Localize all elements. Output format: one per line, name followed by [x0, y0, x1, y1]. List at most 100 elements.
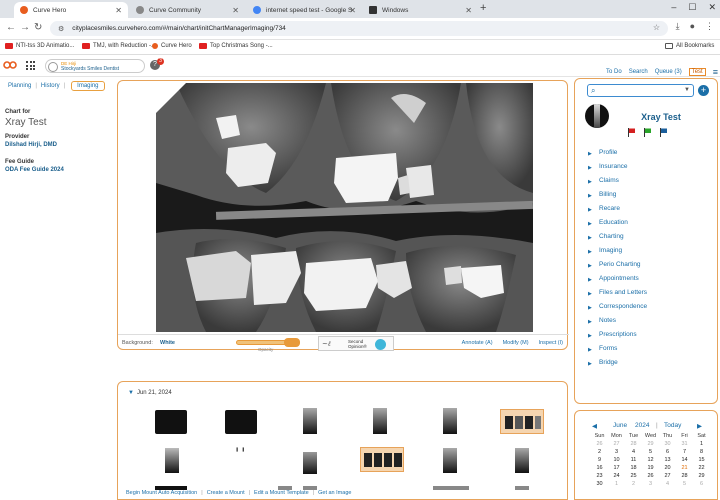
modify-link[interactable]: Modify (M): [503, 340, 529, 346]
menu-item-recare[interactable]: ▶ Recare: [588, 205, 647, 219]
calendar-day[interactable]: 8: [693, 448, 710, 456]
calendar-day[interactable]: 11: [625, 456, 642, 464]
all-bookmarks[interactable]: All Bookmarks: [665, 43, 714, 49]
calendar-day[interactable]: 26: [591, 440, 608, 448]
tab-curve-community[interactable]: Curve Community ✕: [130, 2, 245, 18]
minimize-icon[interactable]: –: [671, 2, 676, 13]
calendar-day[interactable]: 4: [659, 480, 676, 488]
close-tab-icon[interactable]: ✕: [349, 6, 356, 15]
background-select[interactable]: White: [160, 340, 175, 346]
tab-windows[interactable]: Windows ✕: [363, 2, 478, 18]
calendar-day[interactable]: 25: [625, 472, 642, 480]
fee-guide-value[interactable]: ODA Fee Guide 2024: [5, 167, 64, 173]
calendar-day[interactable]: 14: [676, 456, 693, 464]
menu-item-files-letters[interactable]: ▶ Files and Letters: [588, 289, 647, 303]
image-thumbnail[interactable]: [155, 410, 187, 434]
prev-month-icon[interactable]: ◀: [592, 422, 597, 430]
bookmark-item[interactable]: Top Christmas Song -...: [199, 43, 273, 49]
nav-todo[interactable]: To Do: [606, 69, 622, 75]
bookmark-item[interactable]: TMJ, with Reduction -...: [82, 43, 156, 49]
mount-thumbnail[interactable]: [360, 447, 404, 472]
menu-item-imaging[interactable]: ▶ Imaging: [588, 247, 647, 261]
image-thumbnail[interactable]: [303, 452, 317, 474]
calendar-day[interactable]: 4: [625, 448, 642, 456]
menu-item-bridge[interactable]: ▶ Bridge: [588, 359, 647, 373]
calendar-day[interactable]: 16: [591, 464, 608, 472]
date-group-header[interactable]: ▼ Jun 21, 2024: [128, 390, 172, 396]
menu-item-claims[interactable]: ▶ Claims: [588, 177, 647, 191]
calendar-day[interactable]: 28: [676, 472, 693, 480]
bookmark-item[interactable]: NTI-tss 3D Animatio...: [5, 43, 74, 49]
calendar-day[interactable]: 27: [659, 472, 676, 480]
menu-item-profile[interactable]: ▶ Profile: [588, 149, 647, 163]
calendar-day[interactable]: 5: [676, 480, 693, 488]
calendar-day[interactable]: 3: [608, 448, 625, 456]
nav-test[interactable]: Test: [688, 68, 706, 76]
calendar-day[interactable]: 12: [642, 456, 659, 464]
apps-grid-icon[interactable]: [26, 61, 35, 70]
new-tab-icon[interactable]: +: [480, 2, 486, 14]
add-patient-button[interactable]: +: [698, 85, 709, 96]
calendar-day[interactable]: 7: [676, 448, 693, 456]
next-month-icon[interactable]: ▶: [697, 422, 702, 430]
edit-template-link[interactable]: Edit a Mount Template: [254, 490, 309, 496]
back-icon[interactable]: ←: [6, 22, 16, 33]
menu-item-charting[interactable]: ▶ Charting: [588, 233, 647, 247]
patient-avatar[interactable]: [585, 104, 609, 128]
menu-item-perio-charting[interactable]: ▶ Perio Charting: [588, 261, 647, 275]
bookmark-star-icon[interactable]: ☆: [653, 23, 660, 32]
profile-icon[interactable]: ●: [690, 21, 695, 32]
image-thumbnail[interactable]: [515, 486, 529, 490]
close-tab-icon[interactable]: ✕: [232, 6, 239, 15]
chevron-down-icon[interactable]: ▼: [684, 87, 690, 93]
opacity-slider-thumb[interactable]: [284, 338, 300, 347]
tab-curve-hero[interactable]: Curve Hero ✕: [14, 2, 128, 18]
tab-history[interactable]: History: [41, 83, 60, 91]
tab-speed-test[interactable]: internet speed test - Google S ✕: [247, 2, 362, 18]
calendar-day-today[interactable]: 21: [676, 464, 693, 472]
bookmark-item[interactable]: Curve Hero: [152, 43, 192, 49]
site-info-icon[interactable]: ⚙: [58, 25, 64, 33]
calendar-day[interactable]: 1: [693, 440, 710, 448]
calendar-year[interactable]: 2024: [635, 422, 649, 429]
maximize-icon[interactable]: ☐: [688, 2, 696, 13]
image-thumbnail[interactable]: ╹ ╹: [235, 448, 249, 456]
blue-flag-icon[interactable]: [659, 128, 668, 137]
image-thumbnail[interactable]: [165, 448, 179, 473]
calendar-day[interactable]: 29: [642, 440, 659, 448]
download-icon[interactable]: ⤓: [676, 21, 680, 32]
menu-item-forms[interactable]: ▶ Forms: [588, 345, 647, 359]
calendar-month[interactable]: June: [613, 422, 627, 429]
nav-search[interactable]: Search: [629, 69, 648, 75]
calendar-day[interactable]: 26: [642, 472, 659, 480]
calendar-day[interactable]: 24: [608, 472, 625, 480]
image-thumbnail[interactable]: [443, 448, 457, 473]
inspect-link[interactable]: Inspect (I): [539, 340, 563, 346]
image-thumbnail[interactable]: [515, 448, 529, 473]
calendar-day[interactable]: 15: [693, 456, 710, 464]
image-thumbnail[interactable]: [373, 408, 387, 434]
reload-icon[interactable]: ↻: [34, 22, 42, 33]
calendar-day[interactable]: 30: [659, 440, 676, 448]
green-flag-icon[interactable]: [643, 128, 652, 137]
forward-icon[interactable]: →: [20, 22, 30, 33]
browser-menu-icon[interactable]: ⋮: [705, 21, 714, 32]
menu-item-notes[interactable]: ▶ Notes: [588, 317, 647, 331]
calendar-day[interactable]: 6: [659, 448, 676, 456]
image-thumbnail[interactable]: [225, 410, 257, 434]
image-thumbnail[interactable]: [433, 486, 469, 490]
calendar-day[interactable]: 2: [591, 448, 608, 456]
url-input[interactable]: ⚙ cityplacesmiles.curvehero.com/#/main/c…: [50, 21, 668, 36]
calendar-day[interactable]: 30: [591, 480, 608, 488]
menu-item-correspondence[interactable]: ▶ Correspondence: [588, 303, 647, 317]
calendar-day[interactable]: 20: [659, 464, 676, 472]
hamburger-menu-icon[interactable]: ≡: [713, 67, 718, 77]
calendar-day[interactable]: 29: [693, 472, 710, 480]
tab-imaging[interactable]: Imaging: [71, 81, 105, 91]
calendar-day[interactable]: 1: [608, 480, 625, 488]
close-window-icon[interactable]: ✕: [708, 2, 716, 13]
calendar-day[interactable]: 31: [676, 440, 693, 448]
calendar-day[interactable]: 5: [642, 448, 659, 456]
tab-planning[interactable]: Planning: [8, 83, 31, 91]
calendar-day[interactable]: 22: [693, 464, 710, 472]
